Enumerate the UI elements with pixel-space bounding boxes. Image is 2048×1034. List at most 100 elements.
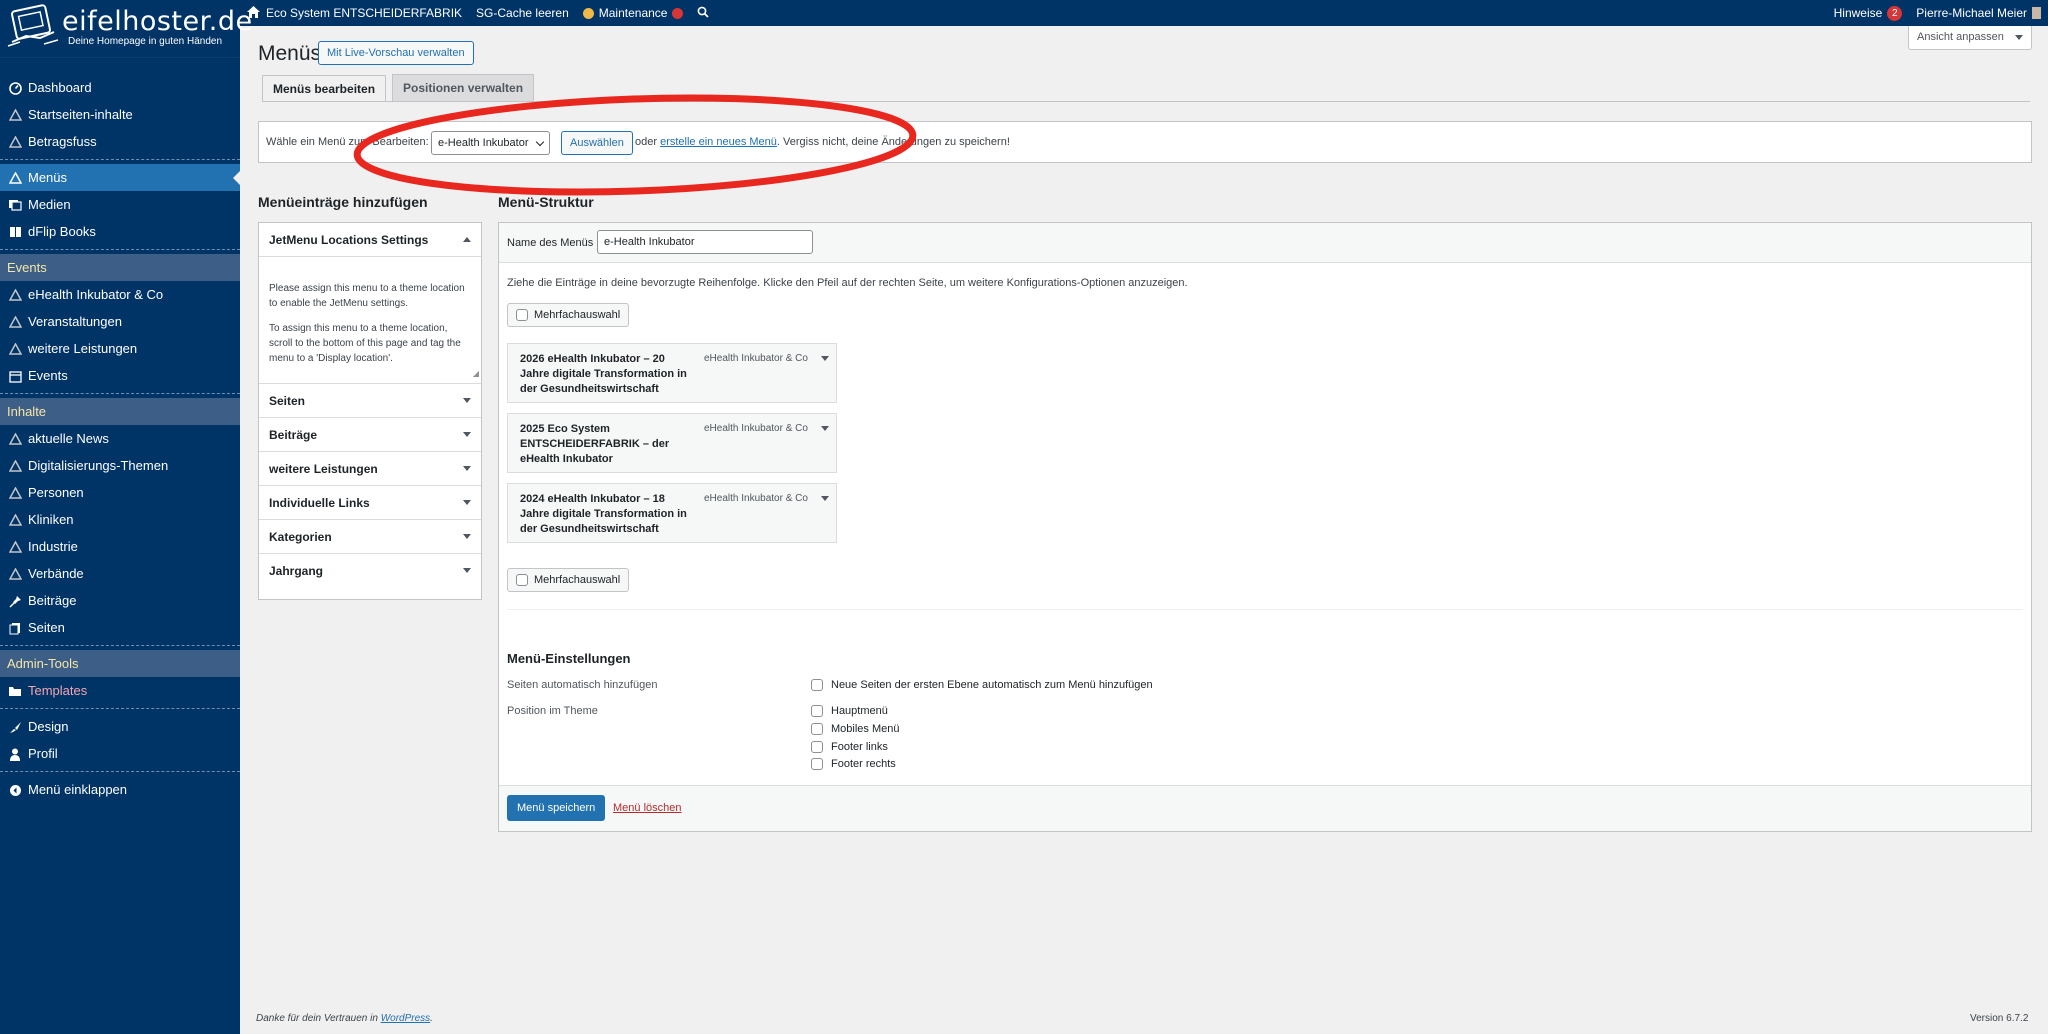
sidebar-item-beitraege[interactable]: Beiträge	[0, 587, 240, 614]
triangle-icon	[8, 108, 22, 122]
search-icon	[697, 6, 710, 21]
logo-tagline: Deine Homepage in guten Händen	[68, 36, 222, 47]
logo-text: eifelhoster.de	[62, 6, 253, 37]
multi-select-checkbox[interactable]	[516, 574, 528, 586]
highlight-ellipse	[353, 94, 917, 196]
media-icon	[8, 198, 22, 212]
item-expand-arrow-icon[interactable]	[821, 426, 829, 431]
search-button[interactable]	[690, 0, 716, 26]
sidebar-item-industrie[interactable]: Industrie	[0, 533, 240, 560]
accordion-weitere-leistungen[interactable]: weitere Leistungen	[259, 451, 481, 485]
menu-item[interactable]: 2024 eHealth Inkubator – 18 Jahre digita…	[507, 483, 837, 543]
dashboard-icon	[8, 81, 22, 95]
brush-icon	[8, 720, 22, 734]
multi-select-checkbox[interactable]	[516, 309, 528, 321]
multi-select-toggle-bottom[interactable]: Mehrfachauswahl	[507, 568, 630, 592]
settings-divider	[507, 609, 2023, 610]
accordion-seiten[interactable]: Seiten	[259, 383, 481, 417]
sidebar-item-ehealth[interactable]: eHealth Inkubator & Co	[0, 281, 240, 308]
user-account-link[interactable]: Pierre-Michael Meier	[1909, 0, 2048, 26]
sidebar-item-menus[interactable]: Menüs	[0, 164, 240, 191]
admin-menu: Dashboard Startseiten-inhalte Betragsfus…	[0, 74, 240, 803]
group-heading-events: Events	[0, 254, 240, 281]
multi-select-toggle-top[interactable]: Mehrfachauswahl	[507, 303, 630, 327]
menu-name-label: Name des Menüs	[507, 237, 594, 249]
item-expand-arrow-icon[interactable]	[821, 356, 829, 361]
sidebar-item-dflip[interactable]: dFlip Books	[0, 218, 240, 245]
triangle-icon	[8, 135, 22, 149]
cache-clear-link[interactable]: SG-Cache leeren	[469, 0, 576, 26]
save-menu-button[interactable]: Menü speichern	[507, 795, 606, 821]
accordion-individuelle-links[interactable]: Individuelle Links	[259, 485, 481, 519]
position-option-footer-rechts[interactable]: Footer rechts	[811, 758, 896, 770]
auto-add-checkbox[interactable]	[811, 679, 823, 691]
expand-arrow-icon	[463, 466, 471, 471]
position-checkbox[interactable]	[811, 741, 823, 753]
sidebar-item-digitalisierung[interactable]: Digitalisierungs-Themen	[0, 452, 240, 479]
accordion-beitraege[interactable]: Beiträge	[259, 417, 481, 451]
sidebar-item-verbaende[interactable]: Verbände	[0, 560, 240, 587]
sidebar-item-veranstaltungen[interactable]: Veranstaltungen	[0, 308, 240, 335]
maintenance-link[interactable]: Maintenance	[576, 0, 691, 26]
caret-down-icon	[2014, 34, 2023, 40]
triangle-icon	[8, 540, 22, 554]
resize-handle-icon[interactable]: ◢	[473, 366, 479, 381]
main-content: Ansicht anpassen Menüs Mit Live-Vorschau…	[240, 26, 2048, 1034]
sidebar-item-seiten[interactable]: Seiten	[0, 614, 240, 641]
theme-position-label: Position im Theme	[507, 705, 598, 717]
sidebar-item-templates[interactable]: Templates	[0, 677, 240, 704]
menu-separator	[0, 249, 240, 250]
triangle-icon	[8, 513, 22, 527]
sidebar-item-personen[interactable]: Personen	[0, 479, 240, 506]
sidebar-item-news[interactable]: aktuelle News	[0, 425, 240, 452]
add-items-heading: Menüeinträge hinzufügen	[258, 194, 428, 210]
sidebar-item-profil[interactable]: Profil	[0, 740, 240, 767]
collapse-menu-button[interactable]: Menü einklappen	[0, 776, 240, 803]
wordpress-link[interactable]: WordPress	[381, 1013, 430, 1024]
position-checkbox[interactable]	[811, 723, 823, 735]
screen-options-button[interactable]: Ansicht anpassen	[1908, 26, 2032, 50]
triangle-icon	[8, 315, 22, 329]
position-option-footer-links[interactable]: Footer links	[811, 741, 888, 753]
menu-separator	[0, 393, 240, 394]
position-checkbox[interactable]	[811, 705, 823, 717]
notices-link[interactable]: Hinweise 2	[1827, 0, 1910, 26]
item-expand-arrow-icon[interactable]	[821, 496, 829, 501]
sidebar-item-dashboard[interactable]: Dashboard	[0, 74, 240, 101]
delete-menu-link[interactable]: Menü löschen	[613, 802, 682, 814]
accordion-jahrgang[interactable]: Jahrgang	[259, 553, 481, 587]
triangle-icon	[8, 459, 22, 473]
position-option-mobiles-menue[interactable]: Mobiles Menü	[811, 723, 899, 735]
menu-name-input[interactable]: e-Health Inkubator	[597, 230, 813, 254]
maintenance-icon	[582, 7, 594, 19]
accordion-kategorien[interactable]: Kategorien	[259, 519, 481, 553]
sidebar-item-medien[interactable]: Medien	[0, 191, 240, 218]
sidebar-item-betragsfuss[interactable]: Betragsfuss	[0, 128, 240, 155]
pages-icon	[8, 621, 22, 635]
menu-item[interactable]: 2026 eHealth Inkubator – 20 Jahre digita…	[507, 343, 837, 403]
menu-separator	[0, 645, 240, 646]
calendar-icon	[8, 369, 22, 383]
group-heading-inhalte: Inhalte	[0, 398, 240, 425]
auto-add-option[interactable]: Neue Seiten der ersten Ebene automatisch…	[811, 679, 1153, 691]
menu-settings-heading: Menü-Einstellungen	[507, 651, 631, 666]
avatar	[2032, 7, 2041, 19]
sidebar-item-events[interactable]: Events	[0, 362, 240, 389]
sidebar-item-startseiten[interactable]: Startseiten-inhalte	[0, 101, 240, 128]
jetmenu-section-header[interactable]: JetMenu Locations Settings	[259, 223, 481, 257]
menu-item[interactable]: 2025 Eco System ENTSCHEIDERFABRIK – der …	[507, 413, 837, 473]
footer-thanks: Danke für dein Vertrauen in WordPress.	[256, 1013, 433, 1024]
position-option-hauptmenue[interactable]: Hauptmenü	[811, 705, 888, 717]
menu-management-panel: Name des Menüs e-Health Inkubator Ziehe …	[498, 222, 2032, 832]
sidebar-item-design[interactable]: Design	[0, 713, 240, 740]
position-checkbox[interactable]	[811, 758, 823, 770]
live-preview-button[interactable]: Mit Live-Vorschau verwalten	[318, 41, 474, 65]
admin-sidebar: eifelhoster.de Deine Homepage in guten H…	[0, 0, 252, 1034]
collapse-icon	[8, 783, 22, 797]
site-logo[interactable]: eifelhoster.de Deine Homepage in guten H…	[0, 0, 252, 58]
expand-arrow-icon	[463, 534, 471, 539]
sidebar-item-kliniken[interactable]: Kliniken	[0, 506, 240, 533]
sidebar-item-weitere-leistungen[interactable]: weitere Leistungen	[0, 335, 240, 362]
expand-arrow-icon	[463, 568, 471, 573]
site-name-link[interactable]: Eco System ENTSCHEIDERFABRIK	[240, 0, 469, 26]
